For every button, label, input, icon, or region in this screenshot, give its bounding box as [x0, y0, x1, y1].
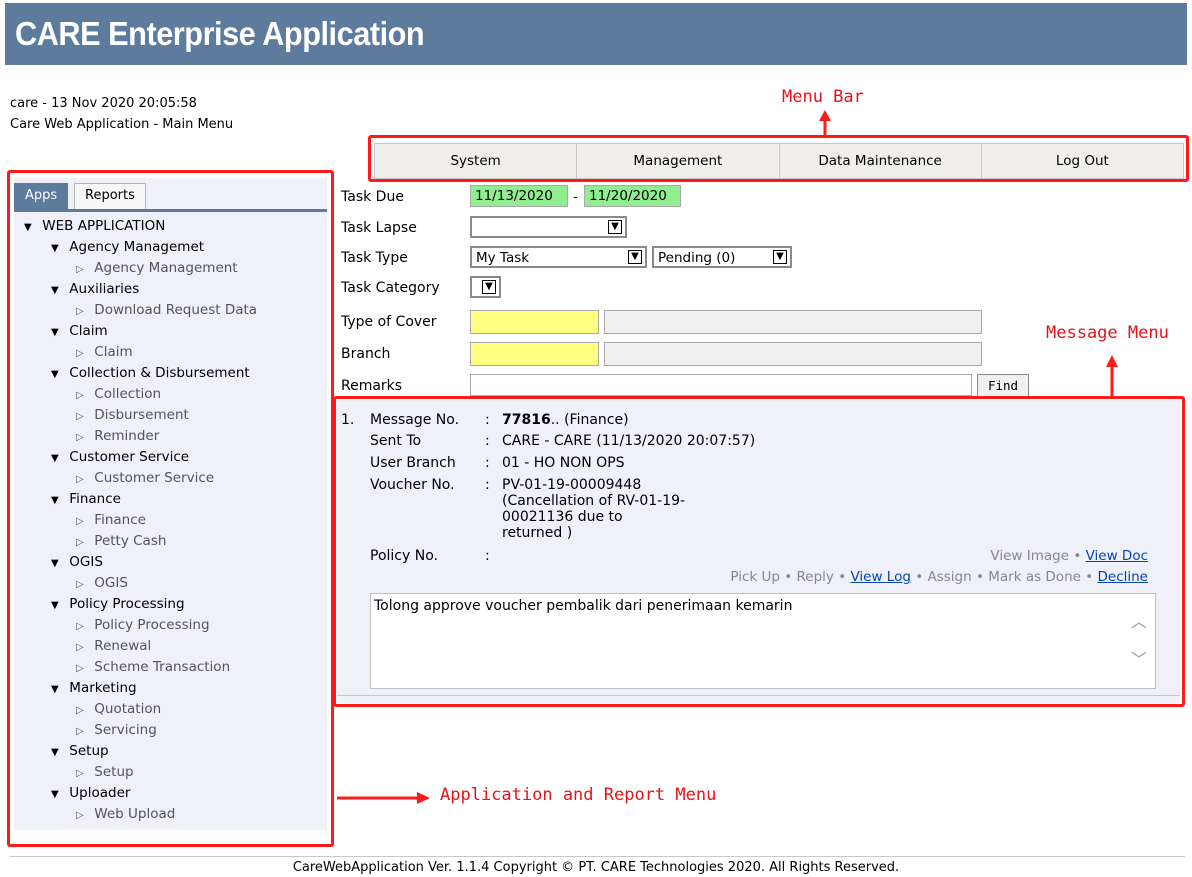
arrow-left-icon [337, 792, 430, 804]
arrow-up-icon [819, 110, 831, 137]
footer-copyright: CareWebApplication Ver. 1.1.4 Copyright … [292, 860, 900, 875]
footer-divider [10, 856, 1185, 857]
annotation-arrows [337, 110, 1118, 804]
arrow-up-icon [1106, 355, 1118, 398]
